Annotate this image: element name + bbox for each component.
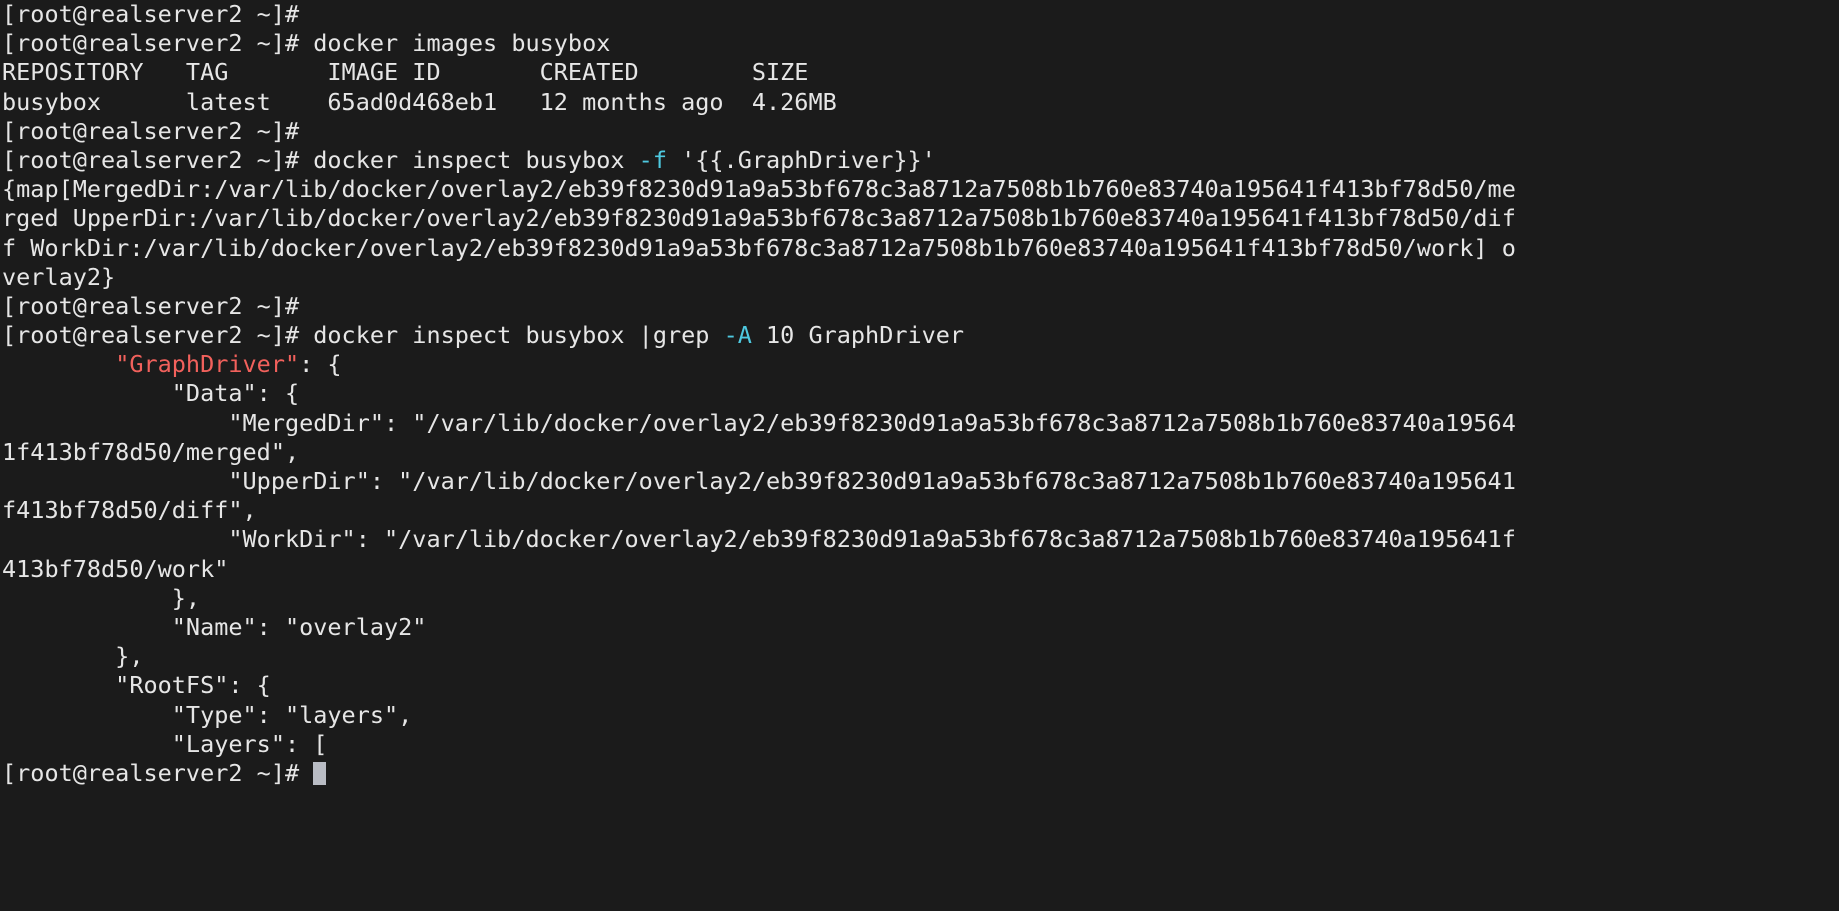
- terminal-text-segment: busybox latest 65ad0d468eb1 12 months ag…: [2, 88, 837, 116]
- terminal-line: [root@realserver2 ~]#: [2, 292, 1839, 321]
- terminal-text-segment: },: [2, 584, 200, 612]
- terminal-text-segment: f WorkDir:/var/lib/docker/overlay2/eb39f…: [2, 234, 1516, 262]
- terminal-text-segment: f413bf78d50/diff",: [2, 496, 257, 524]
- terminal-text-segment: },: [2, 642, 143, 670]
- terminal-line: f WorkDir:/var/lib/docker/overlay2/eb39f…: [2, 234, 1839, 263]
- terminal-text-segment: [2, 350, 115, 378]
- terminal-text-segment: 10 GraphDriver: [752, 321, 964, 349]
- terminal-line: {map[MergedDir:/var/lib/docker/overlay2/…: [2, 175, 1839, 204]
- terminal-text-segment: "MergedDir": "/var/lib/docker/overlay2/e…: [2, 409, 1516, 437]
- terminal-line: [root@realserver2 ~]#: [2, 759, 1839, 788]
- terminal-text-segment: "GraphDriver": [115, 350, 299, 378]
- terminal-text-segment: "Data": {: [2, 379, 299, 407]
- terminal-text-segment: {map[MergedDir:/var/lib/docker/overlay2/…: [2, 175, 1516, 203]
- terminal-line: },: [2, 642, 1839, 671]
- terminal-line: [root@realserver2 ~]#: [2, 0, 1839, 29]
- terminal-text-segment: [root@realserver2 ~]#: [2, 117, 299, 145]
- terminal-text-segment: "UpperDir": "/var/lib/docker/overlay2/eb…: [2, 467, 1516, 495]
- terminal-line: busybox latest 65ad0d468eb1 12 months ag…: [2, 88, 1839, 117]
- terminal-line: [root@realserver2 ~]# docker inspect bus…: [2, 146, 1839, 175]
- terminal-line: [root@realserver2 ~]# docker inspect bus…: [2, 321, 1839, 350]
- terminal-line: "Layers": [: [2, 730, 1839, 759]
- terminal-line: "GraphDriver": {: [2, 350, 1839, 379]
- terminal-line: "Name": "overlay2": [2, 613, 1839, 642]
- terminal-line: },: [2, 584, 1839, 613]
- terminal-text-segment: [root@realserver2 ~]# docker images busy…: [2, 29, 610, 57]
- terminal-line: 1f413bf78d50/merged",: [2, 438, 1839, 467]
- terminal-text-segment: "Layers": [: [2, 730, 327, 758]
- terminal-line: REPOSITORY TAG IMAGE ID CREATED SIZE: [2, 58, 1839, 87]
- terminal-text-segment: rged UpperDir:/var/lib/docker/overlay2/e…: [2, 204, 1516, 232]
- terminal-line: [root@realserver2 ~]#: [2, 117, 1839, 146]
- terminal-text-segment: "WorkDir": "/var/lib/docker/overlay2/eb3…: [2, 525, 1516, 553]
- terminal-text-segment: 1f413bf78d50/merged",: [2, 438, 299, 466]
- terminal-text-segment: "Type": "layers",: [2, 701, 412, 729]
- terminal-text-segment: REPOSITORY TAG IMAGE ID CREATED SIZE: [2, 58, 808, 86]
- terminal-text-segment: [root@realserver2 ~]#: [2, 292, 299, 320]
- terminal-text-segment: verlay2}: [2, 263, 115, 291]
- terminal-text-segment: [root@realserver2 ~]#: [2, 759, 313, 787]
- terminal-line: "RootFS": {: [2, 671, 1839, 700]
- terminal-text-segment: [root@realserver2 ~]# docker inspect bus…: [2, 321, 724, 349]
- terminal-line: "UpperDir": "/var/lib/docker/overlay2/eb…: [2, 467, 1839, 496]
- terminal-line: verlay2}: [2, 263, 1839, 292]
- terminal-line: 413bf78d50/work": [2, 555, 1839, 584]
- text-cursor: [313, 762, 326, 785]
- terminal-line: "Data": {: [2, 379, 1839, 408]
- terminal-screen[interactable]: [root@realserver2 ~]#[root@realserver2 ~…: [0, 0, 1839, 911]
- terminal-text-segment: "Name": "overlay2": [2, 613, 426, 641]
- terminal-line: "Type": "layers",: [2, 701, 1839, 730]
- terminal-text-segment: [root@realserver2 ~]#: [2, 0, 299, 28]
- terminal-text-segment: 413bf78d50/work": [2, 555, 228, 583]
- terminal-text-segment: -A: [724, 321, 752, 349]
- terminal-text-segment: : {: [299, 350, 341, 378]
- terminal-line: f413bf78d50/diff",: [2, 496, 1839, 525]
- terminal-line: "WorkDir": "/var/lib/docker/overlay2/eb3…: [2, 525, 1839, 554]
- terminal-text-segment: [root@realserver2 ~]# docker inspect bus…: [2, 146, 639, 174]
- terminal-text-segment: -f: [639, 146, 667, 174]
- terminal-text-segment: "RootFS": {: [2, 671, 271, 699]
- terminal-line: rged UpperDir:/var/lib/docker/overlay2/e…: [2, 204, 1839, 233]
- terminal-line: "MergedDir": "/var/lib/docker/overlay2/e…: [2, 409, 1839, 438]
- terminal-text-segment: '{{.GraphDriver}}': [667, 146, 936, 174]
- terminal-line: [root@realserver2 ~]# docker images busy…: [2, 29, 1839, 58]
